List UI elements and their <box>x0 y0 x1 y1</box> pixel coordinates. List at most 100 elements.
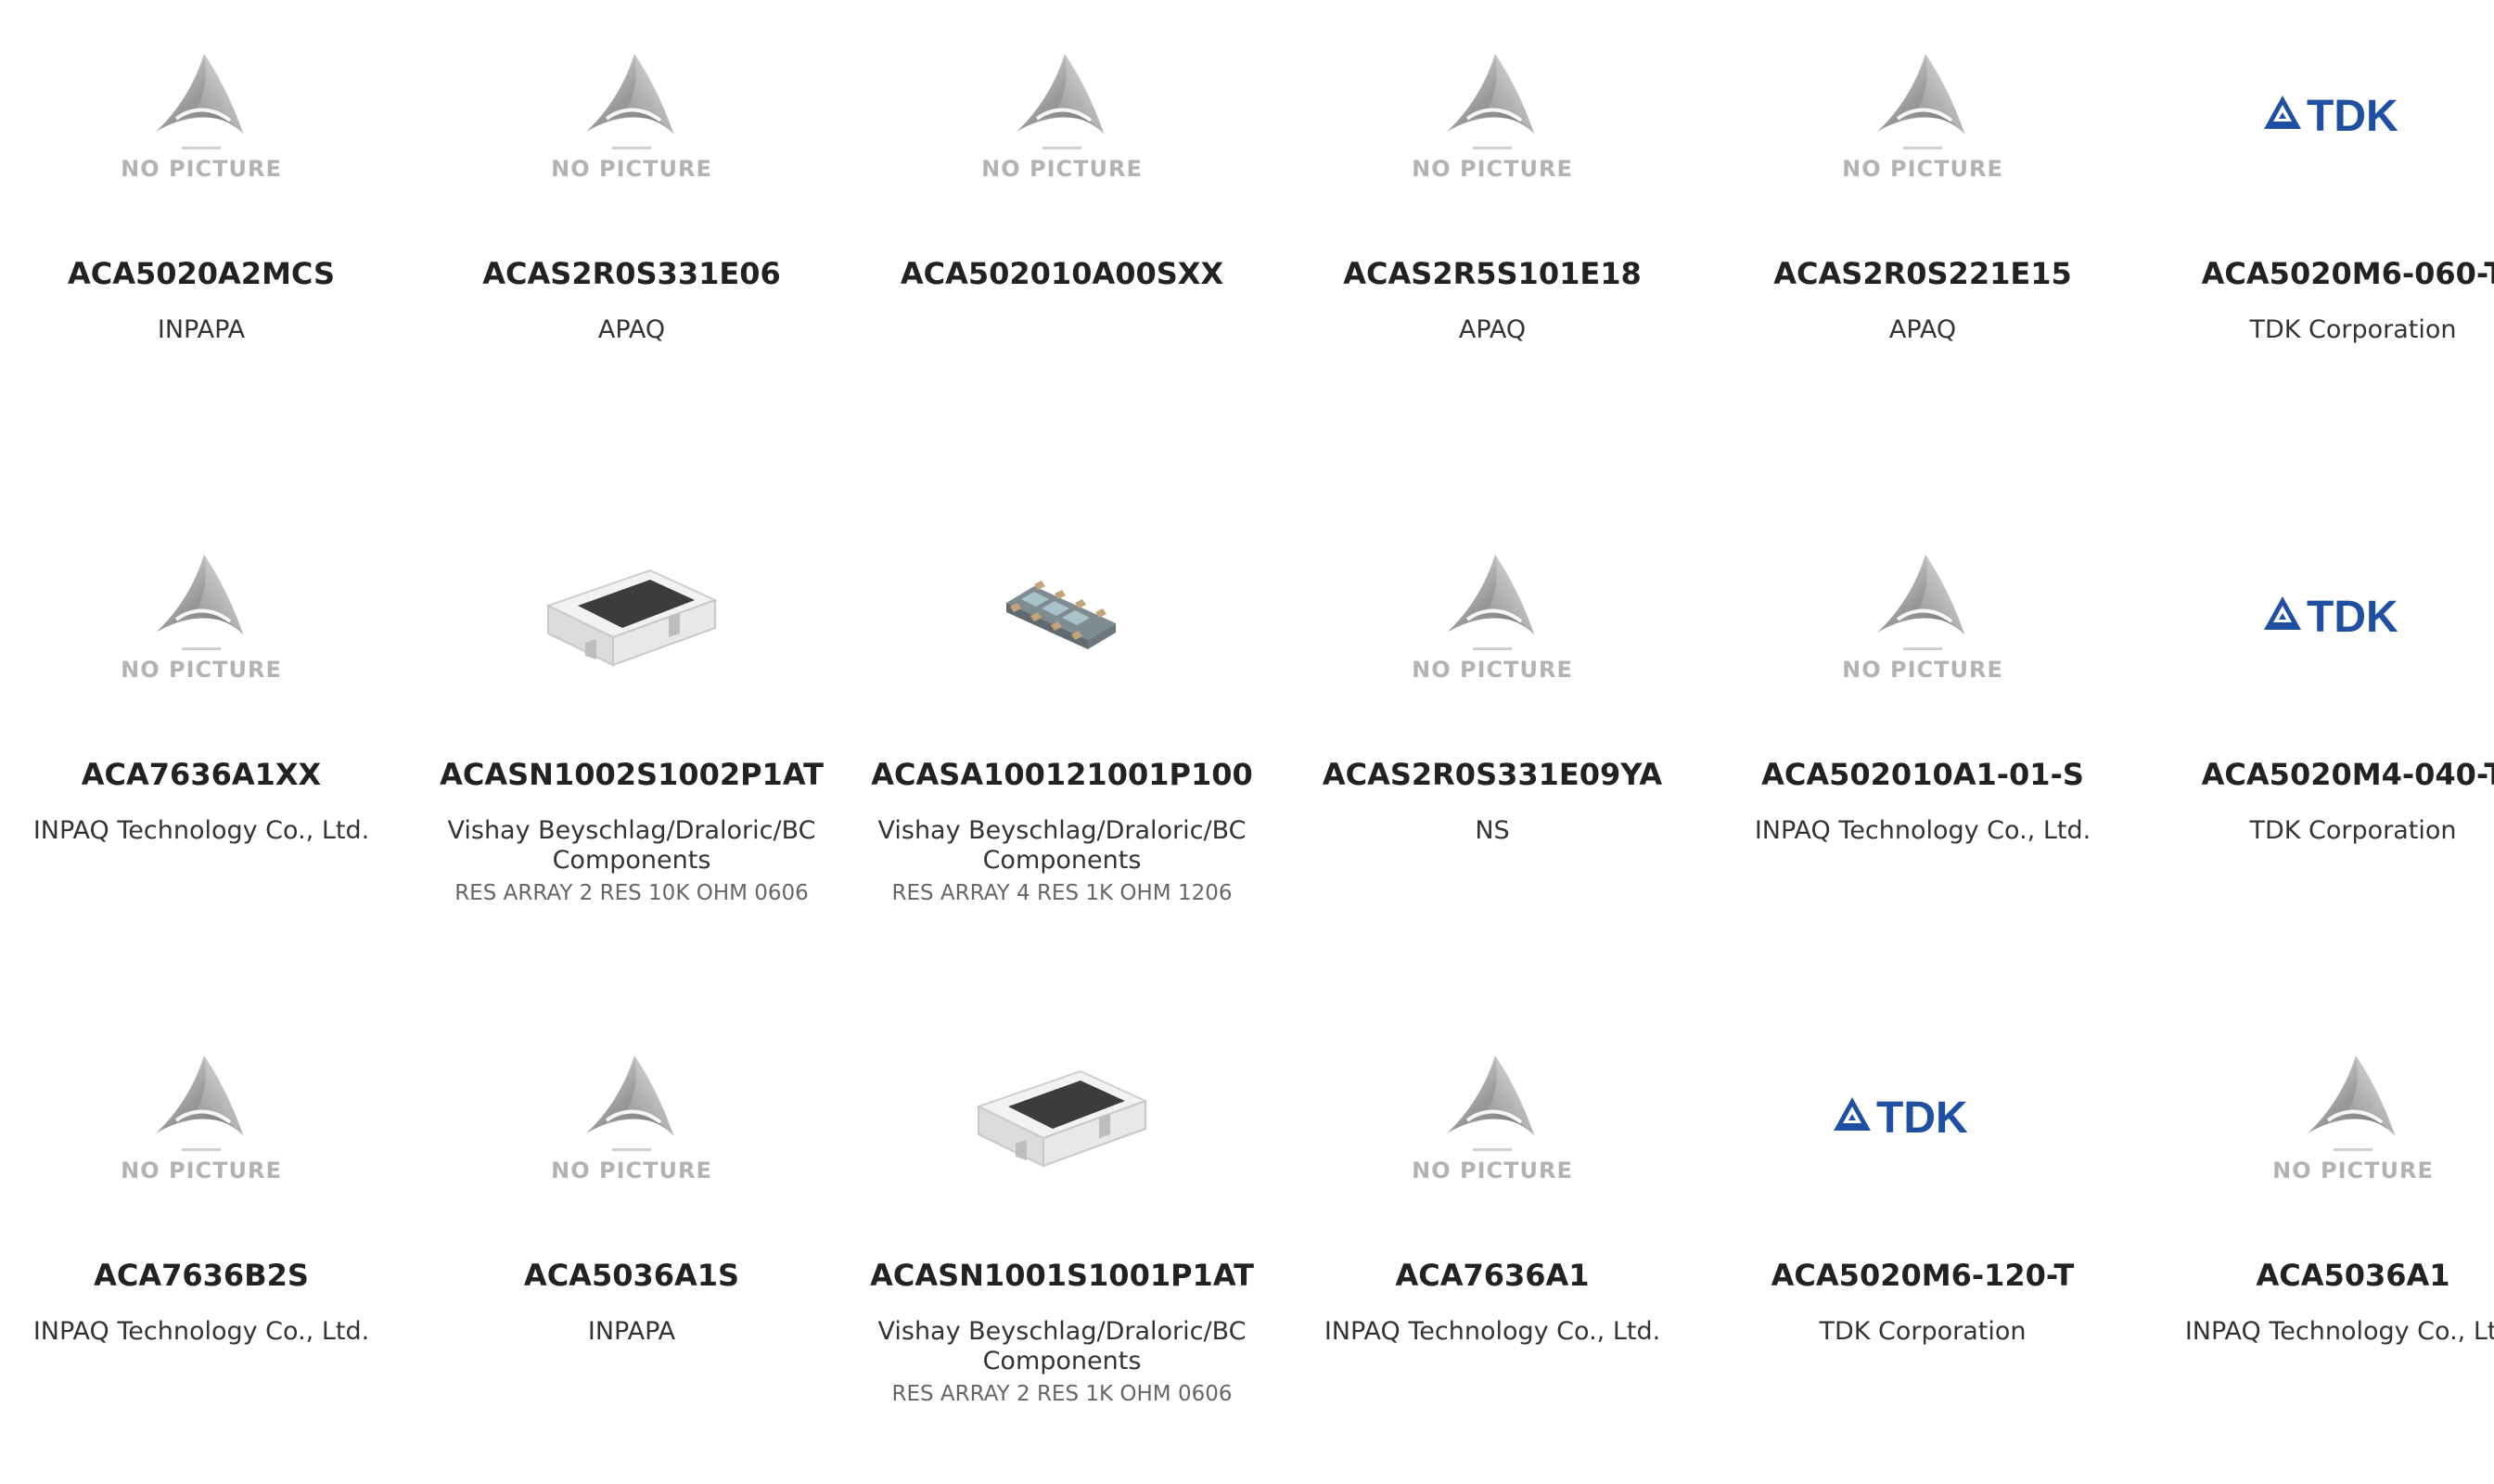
no-picture-label: NO PICTURE <box>1412 1158 1573 1183</box>
product-grid: NO PICTURE ACA5020A2MCS INPAPA NO PICTURE AC… <box>0 0 2494 1410</box>
product-card[interactable]: NO PICTURE ACA502010A1-01-S INPAQ Technolo… <box>1709 501 2136 983</box>
part-number-link[interactable]: ACA5036A1S <box>524 1258 739 1293</box>
product-card[interactable]: ACASN1002S1002P1AT Vishay Beyschlag/Dralo… <box>418 501 845 983</box>
part-number-link[interactable]: ACA5020M4-040-T <box>2202 757 2494 792</box>
product-card[interactable]: ACASN1001S1001P1AT Vishay Beyschlag/Dralo… <box>849 1002 1275 1484</box>
product-image[interactable]: NO PICTURE <box>1279 28 1706 204</box>
no-picture-logo-icon <box>1447 555 1534 650</box>
product-card[interactable]: NO PICTURE ACAS2R0S221E15 APAQ <box>1709 0 2136 482</box>
part-number-link[interactable]: ACA502010A1-01-S <box>1761 757 2084 792</box>
product-image[interactable]: TDK <box>1709 1030 2136 1206</box>
no-picture-logo-icon <box>156 555 243 650</box>
manufacturer-name: INPAQ Technology Co., Ltd. <box>32 816 370 845</box>
part-number-link[interactable]: ACA5020M6-120-T <box>1771 1258 2075 1293</box>
tdk-logo-icon: TDK <box>1834 1094 1968 1142</box>
product-card[interactable]: NO PICTURE ACA7636A1 INPAQ Technology Co.,… <box>1279 1002 1706 1484</box>
product-image[interactable]: NO PICTURE <box>2140 1030 2494 1206</box>
product-card[interactable]: NO PICTURE ACAS2R0S331E09YA NS <box>1279 501 1706 983</box>
no-picture-logo-icon <box>156 54 243 149</box>
manufacturer-name: APAQ <box>1458 315 1527 344</box>
part-number-link[interactable]: ACA5020M6-060-T <box>2202 256 2494 291</box>
manufacturer-name: TDK Corporation <box>1819 1317 2027 1346</box>
product-image[interactable]: NO PICTURE <box>418 28 845 204</box>
part-number-link[interactable]: ACASN1002S1002P1AT <box>440 757 824 792</box>
product-card[interactable]: NO PICTURE ACA5020A2MCS INPAPA <box>0 0 415 482</box>
part-number-link[interactable]: ACA7636A1 <box>1395 1258 1589 1293</box>
no-picture-label: NO PICTURE <box>551 156 712 182</box>
chip-resistor-photo <box>976 1069 1148 1168</box>
product-image[interactable]: NO PICTURE <box>1279 529 1706 705</box>
product-image[interactable] <box>849 1030 1275 1206</box>
tdk-logo-icon: TDK <box>2264 593 2398 641</box>
manufacturer-name: INPAQ Technology Co., Ltd. <box>1754 816 2091 845</box>
no-picture-label: NO PICTURE <box>1412 156 1573 182</box>
no-picture-logo-icon <box>2308 1055 2395 1151</box>
product-image[interactable]: TDK <box>2140 28 2494 204</box>
no-picture-logo-icon <box>1017 54 1104 149</box>
product-image[interactable]: NO PICTURE <box>1709 529 2136 705</box>
manufacturer-name: Vishay Beyschlag/Draloric/BC Components <box>877 1317 1247 1375</box>
no-picture-label: NO PICTURE <box>121 156 282 182</box>
part-number-link[interactable]: ACAS2R0S331E09YA <box>1323 757 1662 792</box>
no-picture-placeholder: NO PICTURE <box>1842 50 2003 182</box>
no-picture-label: NO PICTURE <box>1412 657 1573 683</box>
product-image[interactable]: TDK <box>2140 529 2494 705</box>
product-image[interactable]: NO PICTURE <box>1709 28 2136 204</box>
manufacturer-name: APAQ <box>597 315 666 344</box>
no-picture-placeholder: NO PICTURE <box>551 1052 712 1183</box>
part-number-link[interactable]: ACAS2R0S221E15 <box>1773 256 2071 291</box>
product-card[interactable]: NO PICTURE ACAS2R5S101E18 APAQ <box>1279 0 1706 482</box>
product-image[interactable] <box>418 529 845 705</box>
part-description: RES ARRAY 2 RES 10K OHM 0606 <box>454 881 809 905</box>
part-number-link[interactable]: ACASA100121001P100 <box>871 757 1252 792</box>
no-picture-label: NO PICTURE <box>121 657 282 683</box>
no-picture-logo-icon <box>1447 54 1534 149</box>
product-image[interactable]: NO PICTURE <box>0 28 415 204</box>
no-picture-logo-icon <box>1877 54 1964 149</box>
no-picture-placeholder: NO PICTURE <box>1412 50 1573 182</box>
product-image[interactable]: NO PICTURE <box>0 1030 415 1206</box>
chip-resistor-photo <box>545 569 718 667</box>
part-number-link[interactable]: ACAS2R5S101E18 <box>1343 256 1641 291</box>
manufacturer-name: NS <box>1475 816 1510 845</box>
manufacturer-name: TDK Corporation <box>2249 315 2457 344</box>
part-number-link[interactable]: ACA502010A00SXX <box>901 256 1223 291</box>
tdk-logo-icon: TDK <box>2264 92 2398 140</box>
product-card[interactable]: NO PICTURE ACA7636B2S INPAQ Technology Co.… <box>0 1002 415 1484</box>
tdk-logo: TDK <box>1830 1094 2015 1142</box>
manufacturer-name: Vishay Beyschlag/Draloric/BC Components <box>877 816 1247 875</box>
product-card[interactable]: TDK ACA5020M4-040-T TDK Corporation <box>2140 501 2494 983</box>
no-picture-placeholder: NO PICTURE <box>121 1052 282 1183</box>
no-picture-placeholder: NO PICTURE <box>121 50 282 182</box>
product-image[interactable] <box>849 529 1275 705</box>
manufacturer-name: Vishay Beyschlag/Draloric/BC Components <box>447 816 816 875</box>
product-card[interactable]: NO PICTURE ACA5036A1 INPAQ Technology Co.,… <box>2140 1002 2494 1484</box>
tdk-logo: TDK <box>2260 593 2446 641</box>
product-image[interactable]: NO PICTURE <box>0 529 415 705</box>
part-number-link[interactable]: ACA5020A2MCS <box>68 256 335 291</box>
product-card[interactable]: TDK ACA5020M6-060-T TDK Corporation <box>2140 0 2494 482</box>
part-number-link[interactable]: ACAS2R0S331E06 <box>482 256 780 291</box>
product-card[interactable]: NO PICTURE ACA5036A1S INPAPA <box>418 1002 845 1484</box>
no-picture-label: NO PICTURE <box>1842 156 2003 182</box>
no-picture-placeholder: NO PICTURE <box>551 50 712 182</box>
part-number-link[interactable]: ACA7636A1XX <box>82 757 321 792</box>
product-card[interactable]: TDK ACA5020M6-120-T TDK Corporation <box>1709 1002 2136 1484</box>
product-card[interactable]: NO PICTURE ACA7636A1XX INPAQ Technology Co… <box>0 501 415 983</box>
no-picture-placeholder: NO PICTURE <box>981 50 1143 182</box>
product-card[interactable]: NO PICTURE ACAS2R0S331E06 APAQ <box>418 0 845 482</box>
part-number-link[interactable]: ACA7636B2S <box>94 1258 309 1293</box>
part-number-link[interactable]: ACASN1001S1001P1AT <box>870 1258 1254 1293</box>
product-image[interactable]: NO PICTURE <box>418 1030 845 1206</box>
no-picture-placeholder: NO PICTURE <box>1412 551 1573 683</box>
product-card[interactable]: NO PICTURE ACA502010A00SXX <box>849 0 1275 482</box>
part-number-link[interactable]: ACA5036A1 <box>2256 1258 2449 1293</box>
tdk-logo: TDK <box>2260 92 2446 140</box>
product-card[interactable]: ACASA100121001P100 Vishay Beyschlag/Dralo… <box>849 501 1275 983</box>
no-picture-label: NO PICTURE <box>121 1158 282 1183</box>
part-description: RES ARRAY 4 RES 1K OHM 1206 <box>891 881 1233 905</box>
product-image[interactable]: NO PICTURE <box>849 28 1275 204</box>
product-image[interactable]: NO PICTURE <box>1279 1030 1706 1206</box>
no-picture-placeholder: NO PICTURE <box>1412 1052 1573 1183</box>
no-picture-label: NO PICTURE <box>1842 657 2003 683</box>
